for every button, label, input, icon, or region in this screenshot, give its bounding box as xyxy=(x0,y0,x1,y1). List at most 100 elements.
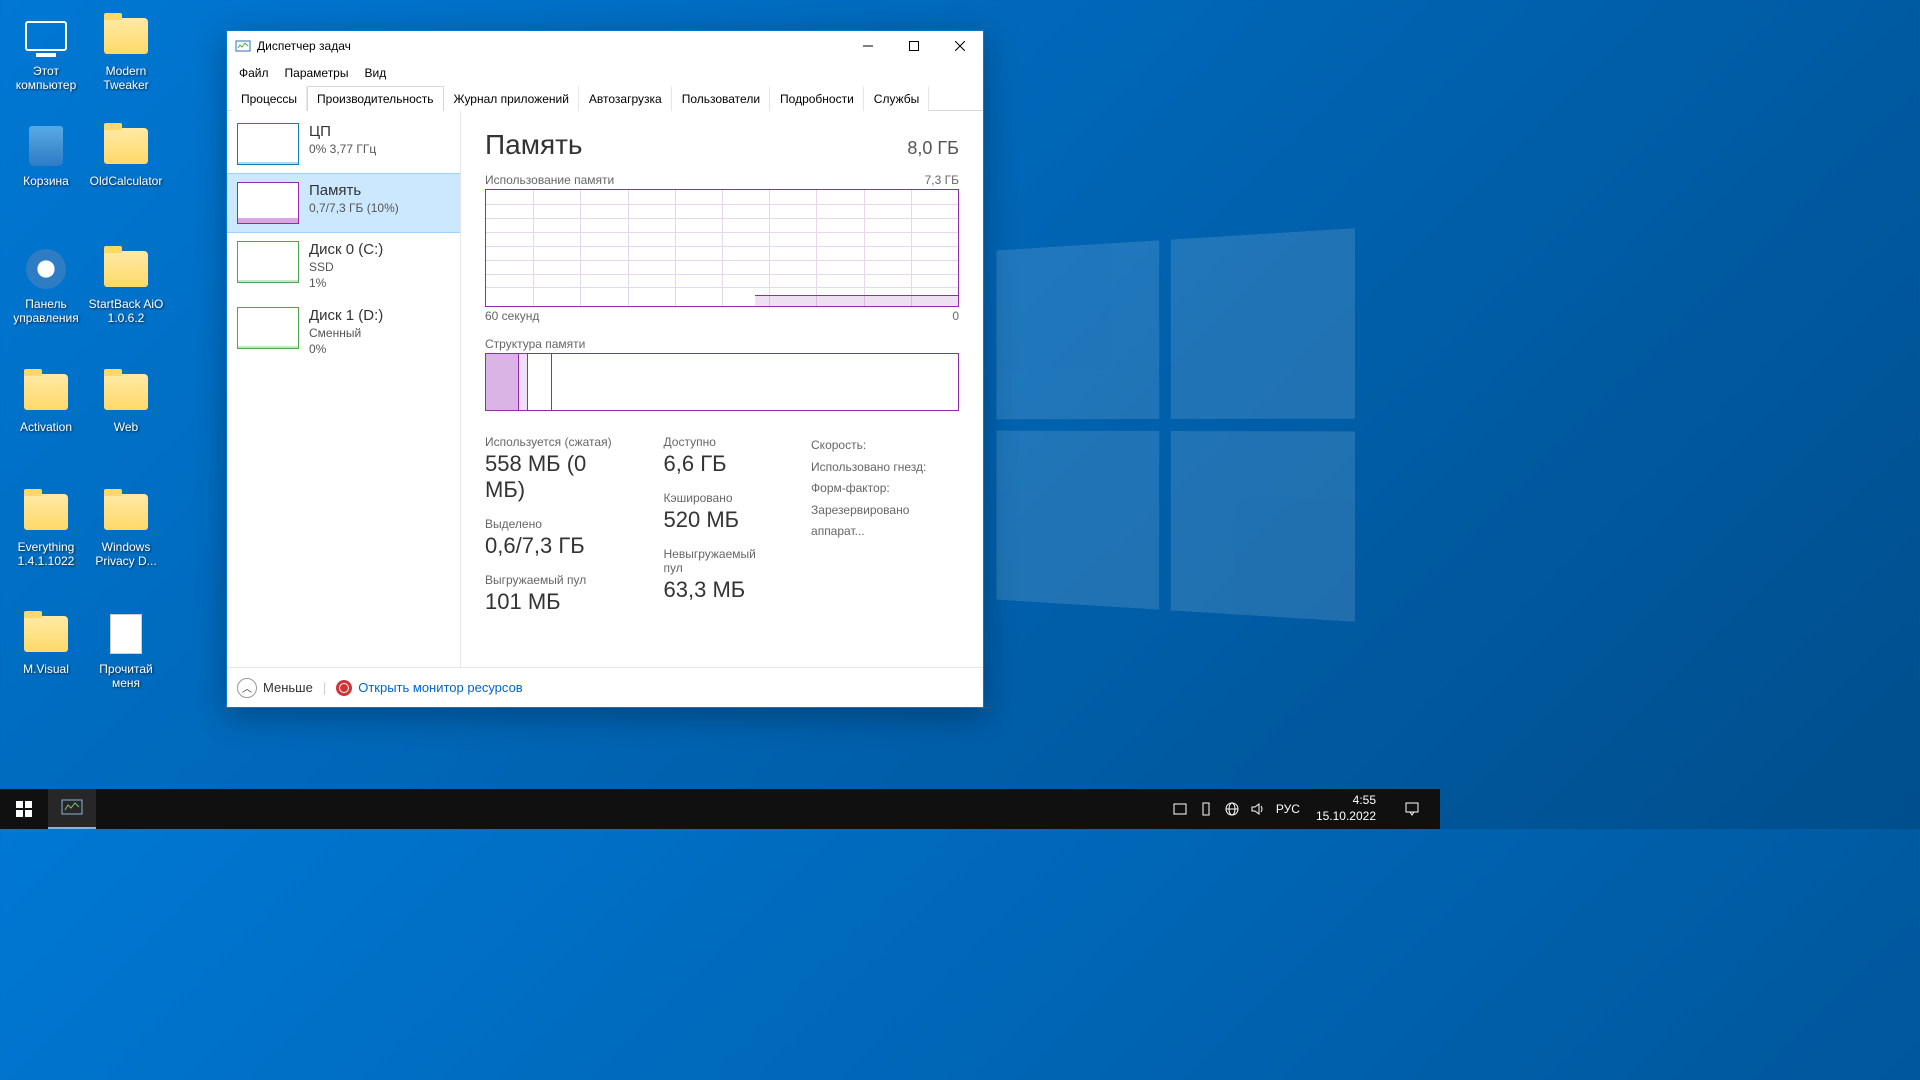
tab[interactable]: Подробности xyxy=(770,86,864,111)
memory-composition-graph[interactable] xyxy=(485,353,959,411)
icon-label: Windows Privacy D... xyxy=(88,540,164,569)
network-icon[interactable] xyxy=(1224,801,1240,817)
maximize-button[interactable] xyxy=(891,31,937,61)
stat-used: Используется (сжатая) 558 МБ (0 МБ) xyxy=(485,435,626,503)
tab[interactable]: Службы xyxy=(864,86,929,111)
desktop-icon[interactable]: Панель управления xyxy=(8,245,84,326)
icon-label: Панель управления xyxy=(8,297,84,326)
sidebar-item-sub: 0,7/7,3 ГБ (10%) xyxy=(309,201,450,217)
icon-label: Everything 1.4.1.1022 xyxy=(8,540,84,569)
sidebar-item-sub: SSD1% xyxy=(309,260,450,291)
x-axis-right: 0 xyxy=(952,309,959,323)
memory-total: 8,0 ГБ xyxy=(907,138,959,159)
menu-item[interactable]: Вид xyxy=(356,63,394,83)
desktop-icon[interactable]: M.Visual xyxy=(8,610,84,676)
icon-label: Прочитай меня xyxy=(88,662,164,691)
sidebar-item-title: Диск 0 (C:) xyxy=(309,241,450,258)
desktop-icon[interactable]: Modern Tweaker xyxy=(88,12,164,93)
folder-icon xyxy=(102,368,150,416)
icon-label: Web xyxy=(88,420,164,434)
performance-sidebar: ЦП0% 3,77 ГГцПамять0,7/7,3 ГБ (10%)Диск … xyxy=(227,111,461,667)
pc-icon xyxy=(22,12,70,60)
titlebar[interactable]: Диспетчер задач xyxy=(227,31,983,61)
icon-label: Этот компьютер xyxy=(8,64,84,93)
mini-graph xyxy=(237,307,299,349)
composition-label: Структура памяти xyxy=(485,337,585,351)
system-tray: РУС 4:55 15.10.2022 xyxy=(1164,789,1440,829)
desktop-icon[interactable]: Web xyxy=(88,368,164,434)
resource-monitor-icon xyxy=(336,680,352,696)
tray-usb-icon[interactable] xyxy=(1198,801,1214,817)
sidebar-item-mem[interactable]: Память0,7/7,3 ГБ (10%) xyxy=(227,173,460,233)
tab[interactable]: Производительность xyxy=(307,86,443,111)
desktop-icon[interactable]: Windows Privacy D... xyxy=(88,488,164,569)
stat-paged: Выгружаемый пул 101 МБ xyxy=(485,573,626,615)
memory-meta-info: Скорость: Использовано гнезд: Форм-факто… xyxy=(811,435,959,615)
clock[interactable]: 4:55 15.10.2022 xyxy=(1310,793,1382,824)
task-manager-taskbar-icon xyxy=(61,799,83,817)
menu-item[interactable]: Файл xyxy=(231,63,277,83)
sidebar-item-cpu[interactable]: ЦП0% 3,77 ГГц xyxy=(227,115,460,173)
input-language[interactable]: РУС xyxy=(1276,802,1300,816)
desktop-icon[interactable]: Этот компьютер xyxy=(8,12,84,93)
x-axis-left: 60 секунд xyxy=(485,309,539,323)
icon-label: Корзина xyxy=(8,174,84,188)
stat-committed: Выделено 0,6/7,3 ГБ xyxy=(485,517,626,559)
menubar: ФайлПараметрыВид xyxy=(227,61,983,85)
mini-graph xyxy=(237,123,299,165)
taskbar-task-manager[interactable] xyxy=(48,789,96,829)
folder-icon xyxy=(22,368,70,416)
usage-graph-max: 7,3 ГБ xyxy=(925,173,959,187)
panel-title: Память xyxy=(485,129,583,161)
tab[interactable]: Процессы xyxy=(231,86,307,111)
usage-graph-label: Использование памяти xyxy=(485,173,614,187)
doc-icon xyxy=(102,610,150,658)
tray-rect-icon[interactable] xyxy=(1172,801,1188,817)
icon-label: Activation xyxy=(8,420,84,434)
memory-panel: Память 8,0 ГБ Использование памяти 7,3 Г… xyxy=(461,111,983,667)
icon-label: OldCalculator xyxy=(88,174,164,188)
bin-icon xyxy=(22,122,70,170)
desktop-icon[interactable]: Everything 1.4.1.1022 xyxy=(8,488,84,569)
window-footer: ︿ Меньше | Открыть монитор ресурсов xyxy=(227,667,983,707)
icon-label: M.Visual xyxy=(8,662,84,676)
tab[interactable]: Пользователи xyxy=(672,86,770,111)
tab-strip: ПроцессыПроизводительностьЖурнал приложе… xyxy=(227,85,983,111)
sidebar-item-sub: Сменный0% xyxy=(309,326,450,357)
folder-icon xyxy=(102,122,150,170)
desktop-icon[interactable]: OldCalculator xyxy=(88,122,164,188)
sidebar-item-title: ЦП xyxy=(309,123,450,140)
open-resource-monitor-link[interactable]: Открыть монитор ресурсов xyxy=(336,680,522,696)
chevron-up-icon: ︿ xyxy=(237,678,257,698)
menu-item[interactable]: Параметры xyxy=(277,63,357,83)
tab[interactable]: Автозагрузка xyxy=(579,86,672,111)
taskbar: РУС 4:55 15.10.2022 xyxy=(0,789,1440,829)
icon-label: StartBack AiO 1.0.6.2 xyxy=(88,297,164,326)
start-button[interactable] xyxy=(0,789,48,829)
desktop-icon[interactable]: StartBack AiO 1.0.6.2 xyxy=(88,245,164,326)
task-manager-window: Диспетчер задач ФайлПараметрыВид Процесс… xyxy=(226,30,984,708)
minimize-button[interactable] xyxy=(845,31,891,61)
sidebar-item-disk[interactable]: Диск 0 (C:) SSD1% xyxy=(227,233,460,299)
folder-icon xyxy=(102,12,150,60)
close-button[interactable] xyxy=(937,31,983,61)
sidebar-item-title: Диск 1 (D:) xyxy=(309,307,450,324)
folder-icon xyxy=(102,245,150,293)
volume-icon[interactable] xyxy=(1250,801,1266,817)
mini-graph xyxy=(237,182,299,224)
desktop-icon[interactable]: Activation xyxy=(8,368,84,434)
content-area: ЦП0% 3,77 ГГцПамять0,7/7,3 ГБ (10%)Диск … xyxy=(227,111,983,667)
windows-logo-bg xyxy=(996,228,1355,622)
folder-icon xyxy=(102,488,150,536)
stat-cached: Кэшировано 520 МБ xyxy=(664,491,774,533)
mini-graph xyxy=(237,241,299,283)
window-title: Диспетчер задач xyxy=(257,39,845,53)
desktop-icon[interactable]: Корзина xyxy=(8,122,84,188)
tab[interactable]: Журнал приложений xyxy=(444,86,579,111)
sidebar-item-disk[interactable]: Диск 1 (D:) Сменный0% xyxy=(227,299,460,365)
desktop-icon[interactable]: Прочитай меня xyxy=(88,610,164,691)
fewer-details-button[interactable]: ︿ Меньше xyxy=(237,678,313,698)
action-center-button[interactable] xyxy=(1392,789,1432,829)
memory-usage-graph[interactable] xyxy=(485,189,959,307)
gear-icon xyxy=(22,245,70,293)
